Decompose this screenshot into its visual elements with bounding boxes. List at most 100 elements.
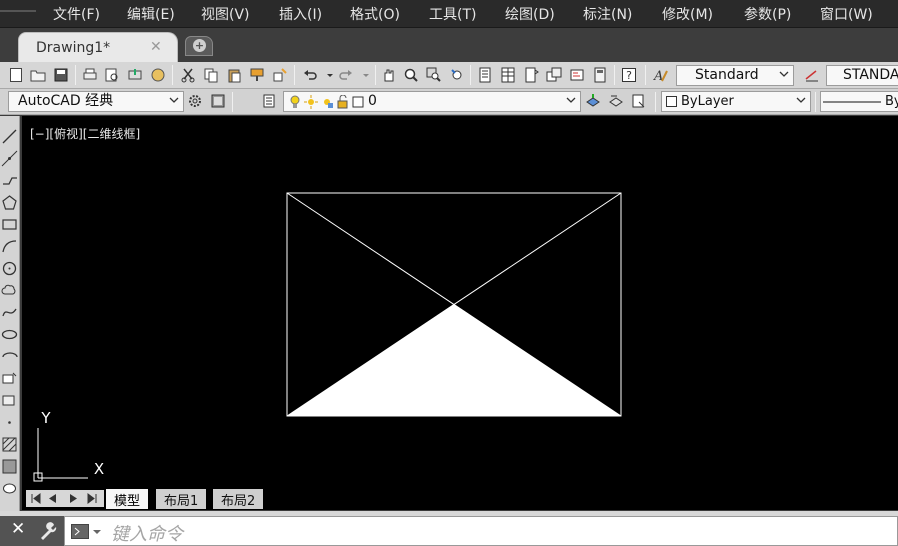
text-style-select[interactable]: Standard bbox=[676, 65, 794, 86]
revision-cloud-icon[interactable] bbox=[1, 282, 18, 299]
rectangle-tool-icon[interactable] bbox=[1, 216, 18, 233]
previous-layout-icon[interactable] bbox=[49, 494, 56, 503]
polygon-tool-icon[interactable] bbox=[1, 194, 18, 211]
zoom-previous-icon[interactable] bbox=[449, 67, 465, 83]
make-current-layer-icon[interactable] bbox=[585, 93, 601, 109]
workspace-select[interactable]: AutoCAD 经典 bbox=[8, 91, 184, 112]
properties-icon[interactable] bbox=[477, 67, 493, 83]
undo-dropdown-icon[interactable] bbox=[322, 67, 338, 83]
menu-tools[interactable]: 工具(T) bbox=[429, 4, 476, 24]
menu-format[interactable]: 格式(O) bbox=[350, 4, 400, 24]
menu-modify[interactable]: 修改(M) bbox=[662, 4, 713, 24]
svg-text:?: ? bbox=[626, 69, 632, 82]
layer-state-icon[interactable] bbox=[631, 93, 647, 109]
last-layout-icon[interactable] bbox=[87, 493, 97, 504]
layer-properties-icon[interactable] bbox=[262, 93, 278, 109]
menu-view[interactable]: 视图(V) bbox=[201, 4, 250, 24]
solid-filled-triangle[interactable] bbox=[287, 304, 621, 416]
hatch-tool-icon[interactable] bbox=[1, 436, 18, 453]
save-icon[interactable] bbox=[53, 67, 69, 83]
spline-tool-icon[interactable] bbox=[1, 304, 18, 321]
polyline-tool-icon[interactable] bbox=[1, 172, 18, 189]
circle-tool-icon[interactable] bbox=[1, 260, 18, 277]
point-tool-icon[interactable] bbox=[1, 414, 18, 431]
undo-icon[interactable] bbox=[302, 67, 318, 83]
workspace-save-icon[interactable] bbox=[210, 93, 226, 109]
command-input[interactable]: 键入命令 bbox=[64, 516, 898, 546]
command-prompt-icon[interactable] bbox=[71, 524, 103, 540]
customize-wrench-icon[interactable] bbox=[38, 522, 58, 540]
open-folder-icon[interactable] bbox=[30, 67, 46, 83]
ellipse-tool-icon[interactable] bbox=[1, 326, 18, 343]
standard-toolbar: ? A Standard STANDA bbox=[0, 62, 898, 89]
tab-model[interactable]: 模型 bbox=[106, 489, 149, 509]
copy-icon[interactable] bbox=[203, 67, 219, 83]
text-style-icon[interactable]: A bbox=[652, 67, 668, 83]
new-tab-button[interactable]: + bbox=[185, 36, 213, 56]
ellipse-arc-icon[interactable] bbox=[1, 348, 18, 365]
match-properties-icon[interactable] bbox=[249, 67, 265, 83]
menu-file[interactable]: 文件(F) bbox=[53, 4, 100, 24]
next-layout-icon[interactable] bbox=[70, 494, 77, 503]
print-preview-icon[interactable] bbox=[104, 67, 120, 83]
tab-layout2[interactable]: 布局2 bbox=[213, 489, 264, 509]
make-block-icon[interactable] bbox=[1, 392, 18, 409]
tab-drawing1[interactable]: Drawing1* ✕ bbox=[18, 32, 178, 62]
redo-icon[interactable] bbox=[338, 67, 354, 83]
layout-navigation bbox=[26, 490, 104, 507]
line-tool-icon[interactable] bbox=[1, 128, 18, 145]
draw-toolbar bbox=[0, 116, 20, 511]
toolbar-separator bbox=[375, 65, 376, 85]
command-line: ✕ 键入命令 bbox=[0, 511, 898, 546]
command-placeholder: 键入命令 bbox=[111, 524, 183, 545]
chevron-down-icon bbox=[566, 97, 576, 103]
layer-previous-icon[interactable] bbox=[608, 93, 624, 109]
cut-icon[interactable] bbox=[180, 67, 196, 83]
region-tool-icon[interactable] bbox=[1, 480, 18, 497]
publish-icon[interactable] bbox=[127, 67, 143, 83]
menu-dimension[interactable]: 标注(N) bbox=[583, 4, 632, 24]
layer-select[interactable]: 0 bbox=[283, 91, 581, 112]
pan-hand-icon[interactable] bbox=[381, 67, 397, 83]
sheet-set-icon[interactable] bbox=[546, 67, 562, 83]
drawing-canvas[interactable]: [−][俯视][二维线框] Y X bbox=[22, 116, 898, 488]
print-icon[interactable] bbox=[82, 67, 98, 83]
3d-dwf-icon[interactable] bbox=[150, 67, 166, 83]
app-logo[interactable] bbox=[0, 0, 36, 12]
dimension-style-icon[interactable] bbox=[804, 67, 820, 83]
dimension-style-select[interactable]: STANDA bbox=[826, 65, 898, 86]
menu-insert[interactable]: 插入(I) bbox=[279, 4, 322, 24]
menu-window[interactable]: 窗口(W) bbox=[820, 4, 873, 24]
markup-set-icon[interactable] bbox=[569, 67, 585, 83]
redo-dropdown-icon[interactable] bbox=[358, 67, 374, 83]
construction-line-icon[interactable] bbox=[1, 150, 18, 167]
layer-color-swatch-icon bbox=[352, 96, 364, 108]
insert-block-icon[interactable] bbox=[1, 370, 18, 387]
menu-parametric[interactable]: 参数(P) bbox=[744, 4, 791, 24]
paste-icon[interactable] bbox=[226, 67, 242, 83]
menu-draw[interactable]: 绘图(D) bbox=[505, 4, 555, 24]
tab-close-icon[interactable]: ✕ bbox=[150, 39, 162, 55]
lightbulb-icon bbox=[290, 95, 300, 108]
block-editor-icon[interactable] bbox=[272, 67, 288, 83]
gradient-tool-icon[interactable] bbox=[1, 458, 18, 475]
new-file-icon[interactable] bbox=[8, 67, 24, 83]
toolbar-separator bbox=[815, 92, 816, 112]
workspace-settings-gear-icon[interactable] bbox=[187, 93, 203, 109]
zoom-window-icon[interactable] bbox=[426, 67, 442, 83]
zoom-realtime-icon[interactable] bbox=[403, 67, 419, 83]
quick-calc-icon[interactable] bbox=[592, 67, 608, 83]
layer-value: 0 bbox=[368, 93, 377, 109]
design-center-icon[interactable] bbox=[500, 67, 516, 83]
tool-palettes-icon[interactable] bbox=[523, 67, 539, 83]
color-swatch-icon bbox=[666, 96, 677, 107]
ucs-y-label: Y bbox=[40, 409, 51, 427]
tab-layout1[interactable]: 布局1 bbox=[156, 489, 207, 509]
arc-tool-icon[interactable] bbox=[1, 238, 18, 255]
first-layout-icon[interactable] bbox=[31, 493, 41, 504]
help-icon[interactable]: ? bbox=[621, 67, 637, 83]
close-command-line-icon[interactable]: ✕ bbox=[11, 519, 25, 539]
linetype-select[interactable]: By bbox=[820, 91, 898, 112]
menu-edit[interactable]: 编辑(E) bbox=[127, 4, 175, 24]
color-select[interactable]: ByLayer bbox=[661, 91, 811, 112]
